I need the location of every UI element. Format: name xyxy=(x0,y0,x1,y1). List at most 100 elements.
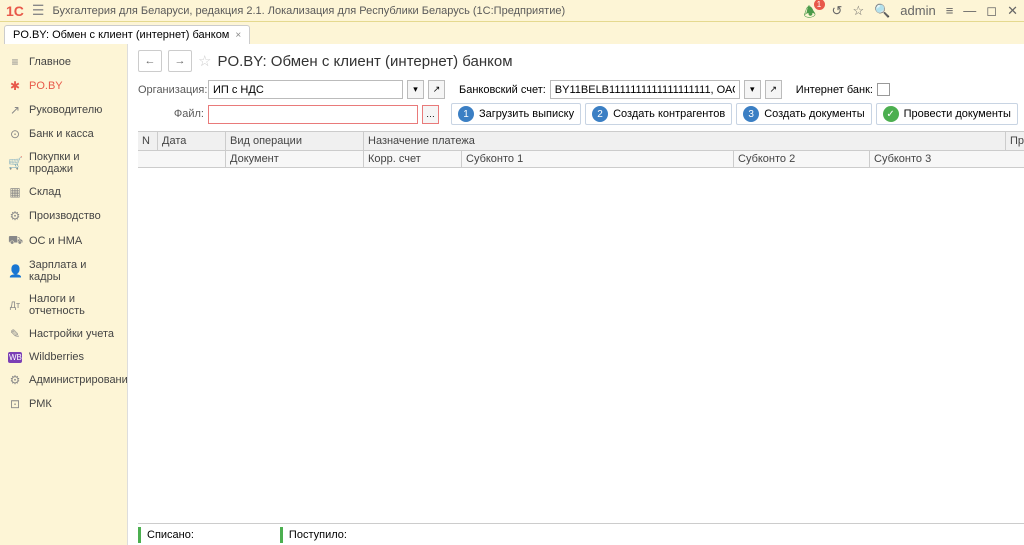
truck-icon: ⛟ xyxy=(8,233,22,249)
sidebar-item-wildberries[interactable]: WB Wildberries xyxy=(0,346,127,368)
col-date[interactable]: Дата xyxy=(158,132,226,150)
sidebar-item-sales[interactable]: 🛒 Покупки и продажи xyxy=(0,146,127,180)
star-icon[interactable]: ☆ xyxy=(852,3,864,19)
col-document[interactable]: Документ xyxy=(226,151,364,167)
file-input[interactable] xyxy=(208,105,418,124)
col-spacer xyxy=(138,151,226,167)
org-open-button[interactable]: ↗ xyxy=(428,80,445,99)
close-window-icon[interactable]: ✕ xyxy=(1007,3,1018,19)
notification-count: 1 xyxy=(814,0,825,10)
file-browse-button[interactable]: … xyxy=(422,105,439,124)
grid-header-row2: Документ Корр. счет Субконто 1 Субконто … xyxy=(138,151,1024,168)
load-statement-button[interactable]: 1Загрузить выписку xyxy=(451,103,581,125)
bank-dropdown-button[interactable]: ▾ xyxy=(744,80,761,99)
favorite-icon[interactable]: ☆ xyxy=(198,52,211,70)
tabbar: PO.BY: Обмен с клиент (интернет) банком … xyxy=(0,22,1024,44)
sidebar-item-label: Покупки и продажи xyxy=(29,151,119,175)
grid-body[interactable] xyxy=(138,168,1024,523)
debit-icon: Дт xyxy=(8,300,22,310)
sidebar-item-assets[interactable]: ⛟ ОС и НМА xyxy=(0,228,127,254)
sidebar-item-label: Руководителю xyxy=(29,104,102,116)
titlebar: 1C ☰ Бухгалтерия для Беларуси, редакция … xyxy=(0,0,1024,22)
grid-icon: ▦ xyxy=(8,185,22,199)
sidebar-item-label: РМК xyxy=(29,398,52,410)
sidebar-item-label: Настройки учета xyxy=(29,328,114,340)
col-sub3[interactable]: Субконто 3 xyxy=(870,151,1024,167)
footer: Списано: Поступило: xyxy=(138,523,1024,543)
user-label[interactable]: admin xyxy=(900,3,935,18)
sidebar-item-label: PO.BY xyxy=(29,80,63,92)
chart-icon: ↗ xyxy=(8,103,22,117)
wb-icon: WB xyxy=(8,352,22,363)
create-counterparties-button[interactable]: 2 Создать контрагентов xyxy=(585,103,732,125)
sidebar-item-label: Производство xyxy=(29,210,101,222)
forward-button[interactable]: → xyxy=(168,50,192,72)
internet-bank-label: Интернет банк: xyxy=(796,84,873,96)
org-input[interactable] xyxy=(208,80,403,99)
sidebar-item-label: Налоги и отчетность xyxy=(29,293,119,317)
sidebar-item-label: ОС и НМА xyxy=(29,235,82,247)
window-title: Бухгалтерия для Беларуси, редакция 2.1. … xyxy=(52,5,795,17)
gear-icon: ⚙ xyxy=(8,209,22,223)
tab-poby-exchange[interactable]: PO.BY: Обмен с клиент (интернет) банком … xyxy=(4,25,250,44)
sidebar-item-warehouse[interactable]: ▦ Склад xyxy=(0,180,127,204)
person-icon: 👤 xyxy=(8,264,22,278)
button-label: Создать документы xyxy=(764,108,864,120)
button-label: Загрузить выписку xyxy=(479,108,574,120)
back-button[interactable]: ← xyxy=(138,50,162,72)
col-sub2[interactable]: Субконто 2 xyxy=(734,151,870,167)
button-label: Создать контрагентов xyxy=(613,108,725,120)
col-sub1[interactable]: Субконто 1 xyxy=(462,151,734,167)
sidebar-item-manager[interactable]: ↗ Руководителю xyxy=(0,98,127,122)
internet-bank-checkbox[interactable] xyxy=(877,83,890,96)
footer-received: Поступило: xyxy=(280,527,353,543)
sidebar-item-label: Wildberries xyxy=(29,351,84,363)
sidebar-item-admin[interactable]: ⚙Администрирование xyxy=(0,368,127,392)
gear-icon: ⚙ xyxy=(8,373,22,387)
maximize-icon[interactable]: ◻ xyxy=(986,3,997,19)
sidebar-item-production[interactable]: ⚙ Производство xyxy=(0,204,127,228)
star-icon: ✱ xyxy=(8,79,22,93)
bank-open-button[interactable]: ↗ xyxy=(765,80,782,99)
sidebar-item-label: Главное xyxy=(29,56,71,68)
sidebar-item-poby[interactable]: ✱ PO.BY xyxy=(0,74,127,98)
sidebar-item-salary[interactable]: 👤 Зарплата и кадры xyxy=(0,254,127,288)
bank-label: Банковский счет: xyxy=(459,84,546,96)
sidebar-item-main[interactable]: ≡Главное xyxy=(0,50,127,74)
sidebar-item-taxes[interactable]: Дт Налоги и отчетность xyxy=(0,288,127,322)
cart-icon: 🛒 xyxy=(8,156,22,170)
sidebar-item-label: Администрирование xyxy=(29,374,134,386)
sidebar-item-rmk[interactable]: ⊡РМК xyxy=(0,392,127,416)
notifications-button[interactable]: 🕭 1 xyxy=(804,2,822,20)
file-label: Файл: xyxy=(138,108,204,120)
org-label: Организация: xyxy=(138,84,204,96)
bank-account-input[interactable] xyxy=(550,80,740,99)
coin-icon: ⊙ xyxy=(8,127,22,141)
app-logo: 1C xyxy=(6,3,24,19)
search-icon[interactable]: 🔍 xyxy=(874,3,890,19)
sidebar-item-label: Склад xyxy=(29,186,61,198)
minimize-icon[interactable]: — xyxy=(963,3,976,18)
tab-label: PO.BY: Обмен с клиент (интернет) банком xyxy=(13,29,229,41)
step-2-badge: 2 xyxy=(592,106,608,122)
col-purpose[interactable]: Назначение платежа xyxy=(364,132,1006,150)
settings-icon[interactable]: ≡ xyxy=(946,3,954,18)
sidebar-item-label: Зарплата и кадры xyxy=(29,259,119,283)
col-korr[interactable]: Корр. счет xyxy=(364,151,462,167)
col-income[interactable]: Приход xyxy=(1006,132,1024,150)
tab-close-icon[interactable]: × xyxy=(235,30,241,41)
menu-icon[interactable]: ☰ xyxy=(32,2,45,19)
sidebar-item-settings[interactable]: ✎Настройки учета xyxy=(0,322,127,346)
step-3-badge: 3 xyxy=(743,106,759,122)
footer-written-off: Списано: xyxy=(138,527,200,543)
col-n[interactable]: N xyxy=(138,132,158,150)
page-title: PO.BY: Обмен с клиент (интернет) банком xyxy=(217,53,1024,70)
check-badge: ✓ xyxy=(883,106,899,122)
col-operation[interactable]: Вид операции xyxy=(226,132,364,150)
sidebar-item-bank[interactable]: ⊙Банк и касса xyxy=(0,122,127,146)
org-dropdown-button[interactable]: ▾ xyxy=(407,80,424,99)
history-icon[interactable]: ↺ xyxy=(832,3,843,19)
sidebar: ≡Главное ✱ PO.BY ↗ Руководителю ⊙Банк и ка… xyxy=(0,44,127,545)
create-documents-button[interactable]: 3 Создать документы xyxy=(736,103,871,125)
post-documents-button[interactable]: ✓Провести документы xyxy=(876,103,1018,125)
